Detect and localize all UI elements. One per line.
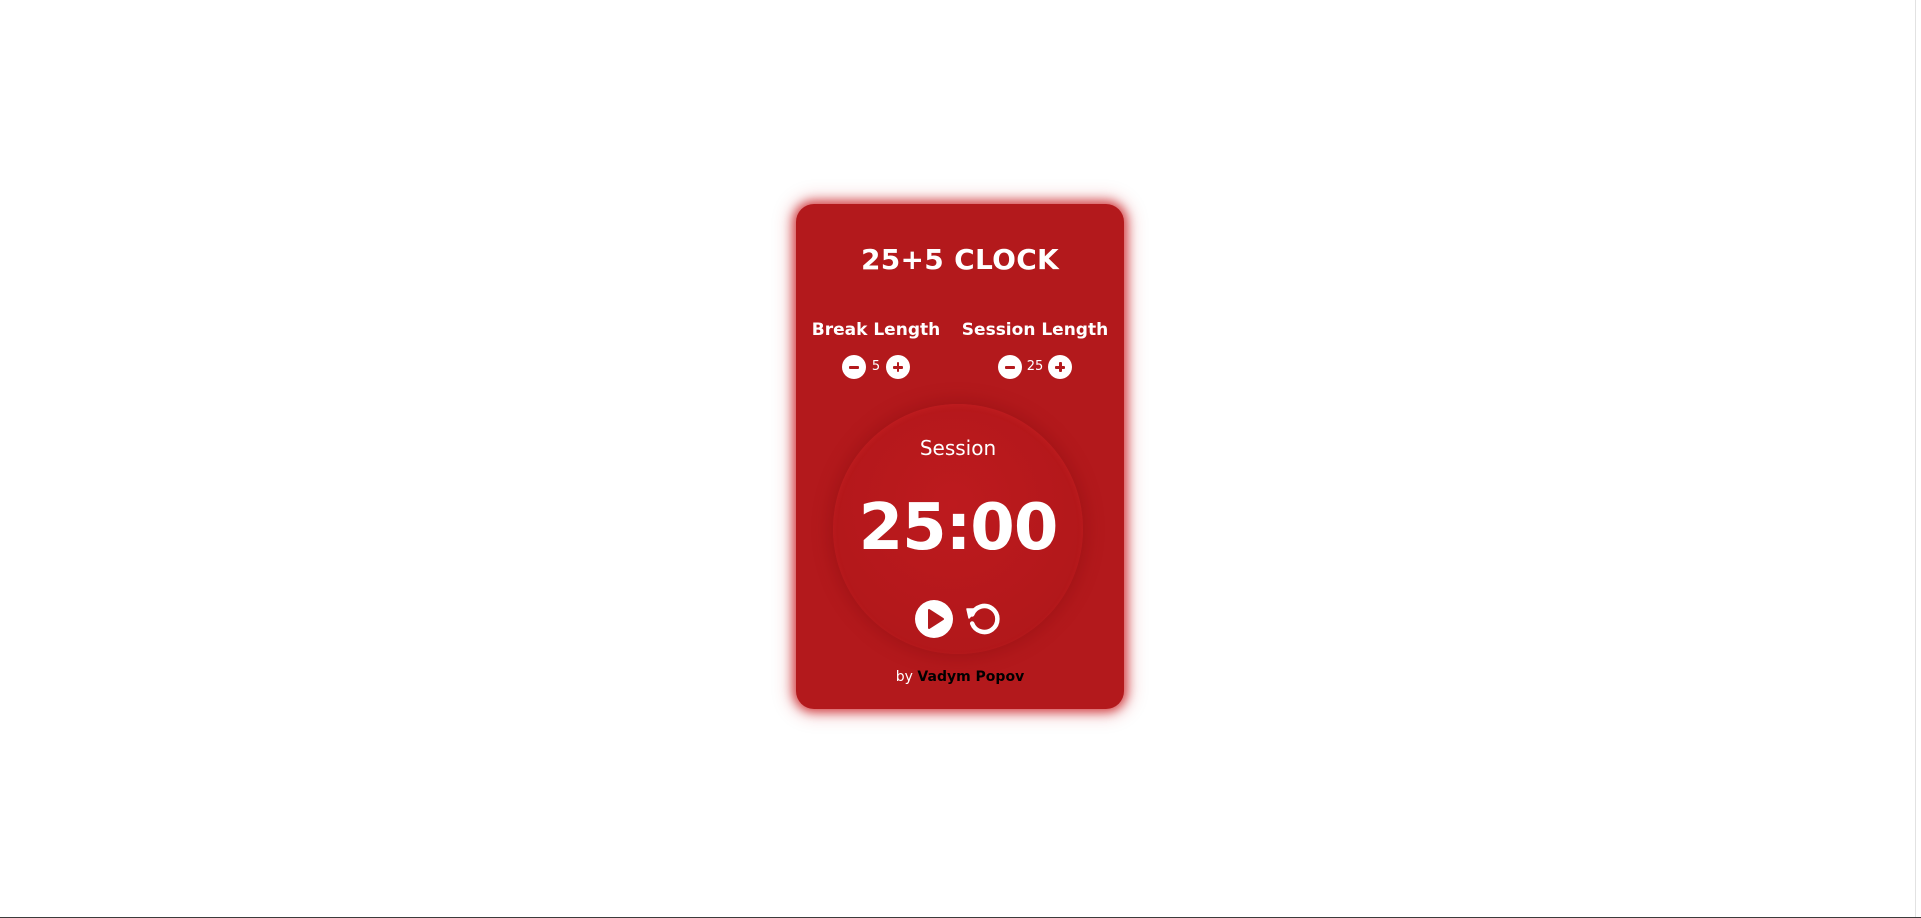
clock-card: 25+5 CLOCK Break Length 5 Session Length… [796, 204, 1124, 709]
timer-controls [833, 599, 1083, 639]
credits-by: by [895, 669, 913, 685]
session-length-control: Session Length 25 [960, 322, 1110, 379]
break-length-value: 5 [871, 359, 881, 374]
play-icon [915, 600, 953, 638]
session-increment-button[interactable] [1048, 355, 1073, 379]
break-length-label: Break Length [811, 320, 941, 340]
break-increment-button[interactable] [886, 355, 910, 379]
break-length-controls: 5 [801, 355, 951, 379]
break-length-control: Break Length 5 [801, 322, 951, 379]
session-length-value: 25 [1026, 359, 1044, 374]
session-length-controls: 25 [960, 355, 1110, 379]
timer-label: Session [919, 436, 997, 460]
time-left: 25:00 [858, 491, 1059, 565]
page-edge-right [1915, 0, 1916, 918]
app-title: 25+5 CLOCK [860, 243, 1060, 276]
timer-display: Session 25:00 [833, 404, 1083, 654]
session-decrement-button[interactable] [997, 355, 1022, 379]
reset-button[interactable] [962, 599, 1002, 639]
session-length-label: Session Length [961, 320, 1109, 340]
reset-icon [966, 603, 1000, 635]
minus-icon [1004, 366, 1015, 369]
minus-icon [849, 366, 859, 369]
credits: by Vadym Popov [796, 670, 1124, 684]
start-stop-button[interactable] [914, 599, 954, 639]
author-link[interactable]: Vadym Popov [917, 669, 1024, 685]
break-decrement-button[interactable] [842, 355, 866, 379]
